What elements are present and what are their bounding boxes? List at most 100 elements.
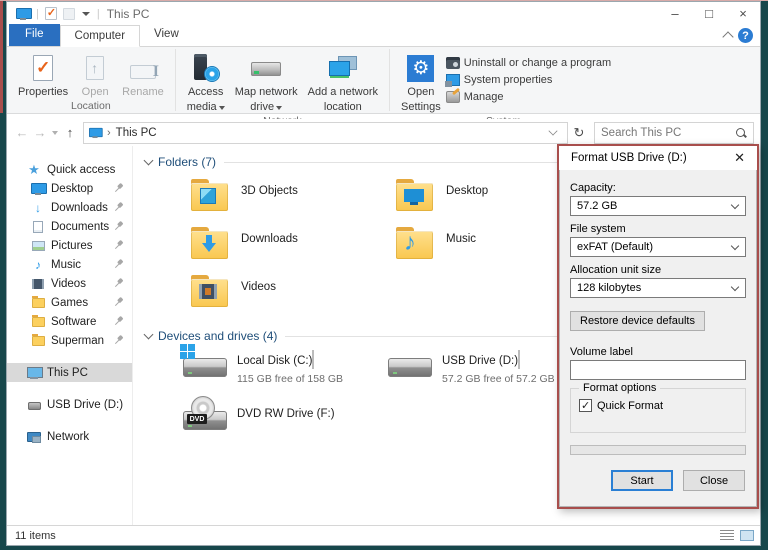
ribbon-tabs: File Computer View ? — [7, 24, 760, 47]
folder-icon — [396, 179, 436, 211]
search-box[interactable] — [594, 121, 754, 144]
sidebar-item-software[interactable]: Software — [7, 312, 132, 331]
uninstall-program-button[interactable]: Uninstall or change a program — [445, 54, 611, 71]
manage-button[interactable]: Manage — [445, 88, 611, 105]
drive-tile-local-disk-c[interactable]: Local Disk (C:) 115 GB free of 158 GB — [180, 344, 388, 402]
chevron-down-icon — [730, 241, 740, 251]
pin-icon — [111, 257, 127, 273]
checkbox-checked-icon[interactable] — [579, 399, 592, 412]
window-controls: – □ × — [658, 2, 760, 25]
folder-tile-3d-objects[interactable]: 3D Objects — [191, 177, 396, 225]
pin-icon — [111, 238, 127, 254]
sidebar-item-usb-drive[interactable]: USB Drive (D:) — [7, 395, 132, 414]
details-view-icon[interactable] — [720, 530, 734, 541]
folder-tile-downloads[interactable]: Downloads — [191, 225, 396, 273]
qat-dropdown-icon[interactable] — [81, 11, 90, 16]
properties-quick-icon[interactable] — [44, 6, 57, 20]
system-properties-icon — [444, 73, 460, 87]
help-icon[interactable]: ? — [738, 28, 753, 43]
maximize-button[interactable]: □ — [692, 2, 726, 25]
usb-drive-icon — [27, 402, 41, 410]
recent-locations-icon[interactable] — [52, 130, 58, 135]
sidebar-item-network[interactable]: Network — [7, 427, 132, 446]
capacity-label: Capacity: — [570, 182, 616, 194]
chevron-down-icon — [143, 155, 154, 166]
tab-file[interactable]: File — [9, 24, 60, 46]
search-input[interactable] — [601, 126, 735, 139]
folder-icon — [31, 333, 45, 346]
add-network-location-icon — [328, 54, 358, 82]
start-button[interactable]: Start — [611, 470, 673, 491]
window-title: This PC — [106, 6, 150, 21]
annotation-red-line — [0, 0, 768, 1]
dialog-close-icon[interactable]: ✕ — [730, 150, 749, 166]
titlebar[interactable]: | | This PC – □ × — [7, 2, 760, 25]
pin-icon — [111, 295, 127, 311]
sidebar-item-music[interactable]: ♪ Music — [7, 255, 132, 274]
refresh-icon[interactable]: ↻ — [568, 125, 590, 141]
folder-icon — [191, 275, 231, 307]
breadcrumb[interactable]: › This PC — [102, 127, 157, 139]
sidebar-item-quick-access[interactable]: ★ Quick access — [7, 160, 132, 179]
volume-label-label: Volume label — [570, 346, 633, 358]
desktop-background: | | This PC – □ × File Computer View ? — [0, 0, 768, 550]
system-properties-button[interactable]: System properties — [444, 71, 611, 88]
film-icon — [32, 278, 44, 289]
folder-icon — [191, 227, 231, 259]
music-note-icon: ♪ — [35, 257, 41, 272]
pin-icon — [111, 181, 127, 197]
format-options-group: Format options Quick Format — [570, 382, 746, 433]
tab-view[interactable]: View — [140, 24, 193, 46]
format-options-legend: Format options — [579, 382, 661, 394]
access-media-button[interactable]: Access media — [182, 51, 230, 115]
capacity-bar — [312, 350, 315, 369]
allocation-select[interactable]: 128 kilobytes — [570, 278, 746, 298]
rename-icon — [129, 63, 159, 81]
address-bar: ← → ↑ › This PC ↻ — [7, 119, 760, 146]
file-system-label: File system — [570, 223, 626, 235]
volume-label-input[interactable] — [570, 360, 746, 380]
collapse-ribbon-icon[interactable] — [722, 31, 734, 43]
rename-button[interactable]: Rename — [117, 51, 169, 100]
sidebar-item-downloads[interactable]: ↓ Downloads — [7, 198, 132, 217]
ribbon-group-location: Properties Open Rename Location — [7, 47, 175, 113]
back-button[interactable]: ← — [13, 125, 31, 140]
properties-button[interactable]: Properties — [13, 51, 73, 100]
close-button[interactable]: × — [726, 2, 760, 25]
ribbon: Properties Open Rename Location — [7, 47, 760, 127]
open-settings-button[interactable]: ⚙ Open Settings — [396, 51, 446, 115]
sidebar-item-pictures[interactable]: Pictures — [7, 236, 132, 255]
file-system-select[interactable]: exFAT (Default) — [570, 237, 746, 257]
dialog-titlebar[interactable]: Format USB Drive (D:) ✕ — [559, 146, 757, 170]
address-dropdown-icon[interactable] — [548, 126, 558, 136]
pin-icon — [111, 333, 127, 349]
sidebar-item-videos[interactable]: Videos — [7, 274, 132, 293]
sidebar-item-games[interactable]: Games — [7, 293, 132, 312]
pin-icon — [111, 219, 127, 235]
map-network-drive-button[interactable]: Map network drive — [230, 51, 303, 115]
restore-defaults-button[interactable]: Restore device defaults — [570, 311, 705, 331]
pin-icon — [111, 200, 127, 216]
add-network-location-button[interactable]: Add a network location — [303, 51, 383, 115]
capacity-bar — [518, 350, 521, 369]
capacity-select[interactable]: 57.2 GB — [570, 196, 746, 216]
minimize-button[interactable]: – — [658, 2, 692, 25]
close-button[interactable]: Close — [683, 470, 745, 491]
forward-button[interactable]: → — [31, 125, 49, 140]
sidebar-item-this-pc[interactable]: This PC — [7, 363, 132, 382]
large-icons-view-icon[interactable] — [740, 530, 754, 541]
download-arrow-icon: ↓ — [35, 200, 41, 215]
quick-format-option[interactable]: Quick Format — [579, 399, 737, 412]
tab-computer[interactable]: Computer — [59, 25, 141, 47]
new-folder-quick-icon[interactable] — [62, 7, 75, 20]
drive-tile-dvd-f[interactable]: DVD DVD RW Drive (F:) — [183, 396, 388, 455]
sidebar-item-documents[interactable]: Documents — [7, 217, 132, 236]
sidebar-item-superman[interactable]: Superman — [7, 331, 132, 350]
sidebar-item-desktop[interactable]: Desktop — [7, 179, 132, 198]
group-label-location: Location — [71, 100, 111, 112]
open-button[interactable]: Open — [73, 51, 117, 100]
search-icon[interactable] — [735, 127, 747, 139]
folder-tile-videos[interactable]: Videos — [191, 273, 396, 321]
up-button[interactable]: ↑ — [61, 125, 79, 140]
address-input[interactable]: › This PC — [83, 121, 568, 144]
